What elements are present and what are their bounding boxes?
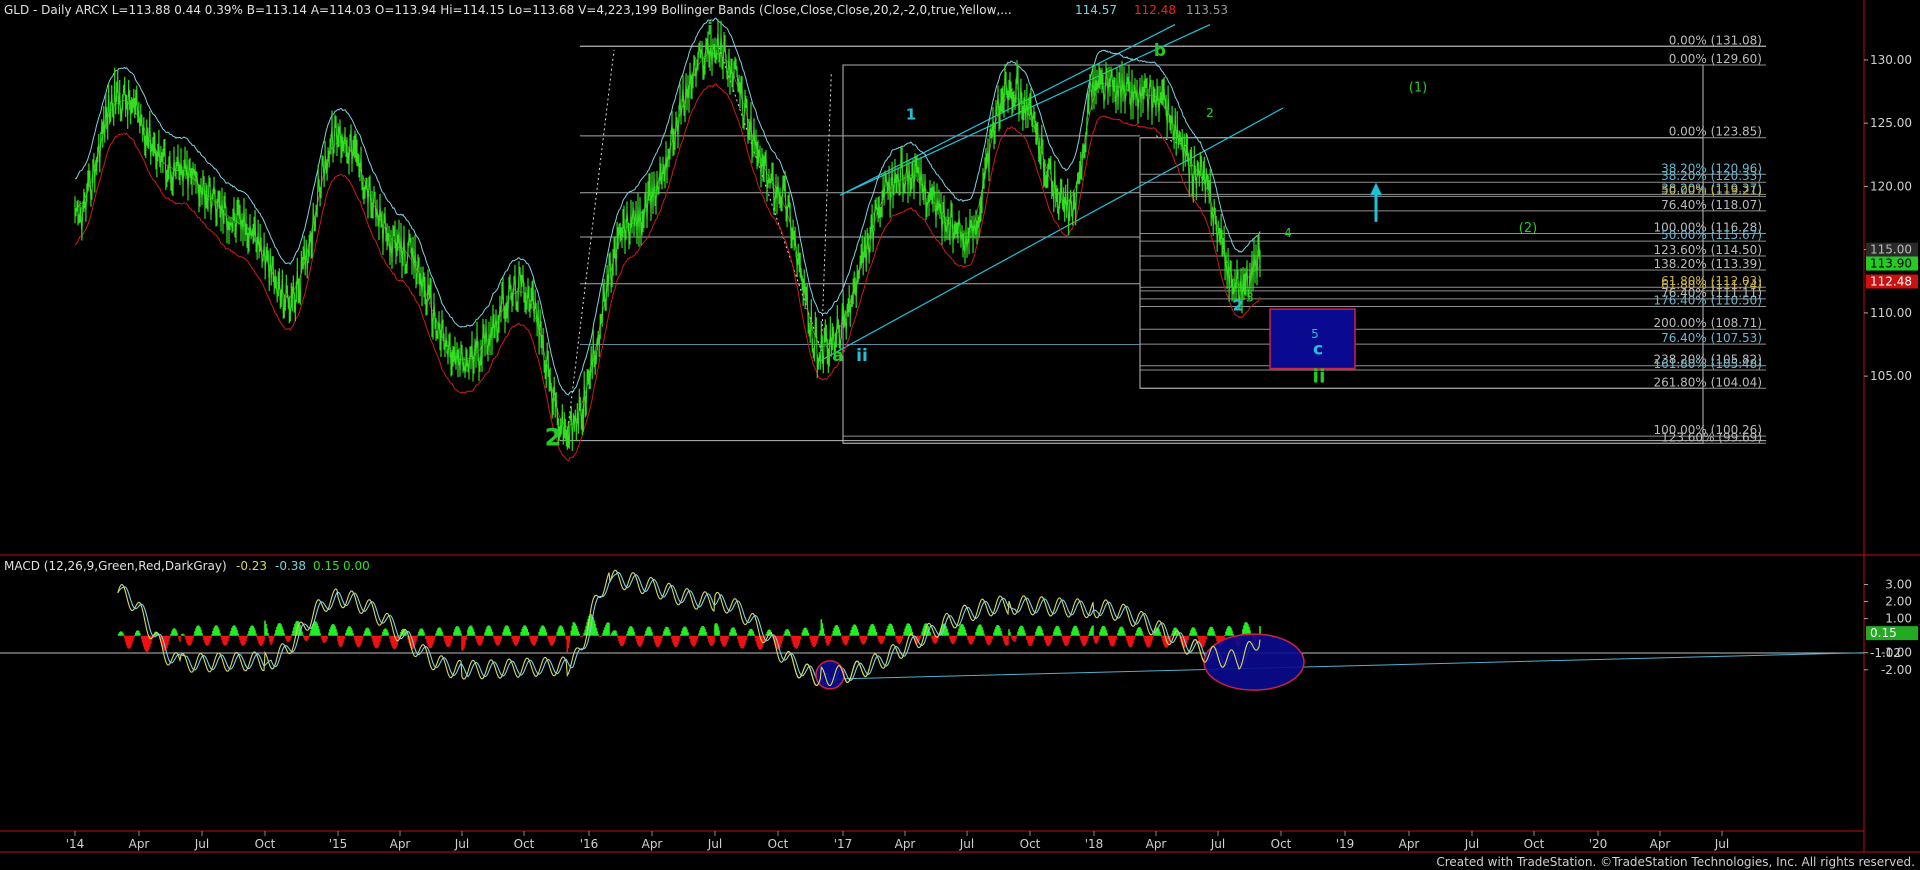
- x-tick-label: Jul: [959, 837, 974, 851]
- bb-upper-header: 114.57: [1075, 3, 1117, 17]
- up-arrow-head: [1370, 182, 1382, 196]
- fib-level-label: 161.80% (105.48): [1653, 357, 1762, 371]
- fib-level-label: 200.00% (108.71): [1653, 316, 1762, 330]
- macd-panel: [0, 569, 1865, 691]
- macd-header: MACD (12,26,9,Green,Red,DarkGray): [4, 559, 227, 573]
- tag-macd-hist: 0.15: [1870, 626, 1897, 640]
- tag-macd-trend: -1.02: [1870, 646, 1901, 660]
- macd-trendline: [829, 652, 1865, 680]
- bb-mid-header: 113.53: [1186, 3, 1228, 17]
- x-tick-label: Jul: [1464, 837, 1479, 851]
- price-tick-label: 105.00: [1870, 369, 1912, 383]
- price-tick-label: 110.00: [1870, 306, 1912, 320]
- x-tick-label: Jul: [707, 837, 722, 851]
- x-tick-label: Apr: [1399, 837, 1420, 851]
- fib-level-label: 123.60% (114.50): [1653, 243, 1762, 257]
- macd-value: -0.23: [236, 559, 267, 573]
- wave-label: 1: [1187, 156, 1194, 169]
- wave-label: 2: [1233, 296, 1243, 314]
- macd-zero-value: 0.00: [343, 559, 370, 573]
- wave-label: 2: [545, 424, 562, 452]
- fib-level-label: 0.00% (131.08): [1669, 33, 1762, 47]
- symbol-header: GLD - Daily ARCX L=113.88 0.44 0.39% B=1…: [4, 3, 1012, 17]
- wave-label: (1): [1409, 81, 1427, 96]
- x-tick-label: '19: [1336, 837, 1355, 851]
- chart-canvas: 0.00% (131.08) 0.00% (129.60) 0.00% (123.8…: [0, 0, 1920, 869]
- x-tick-label: Oct: [768, 837, 789, 851]
- price-tick-label: 120.00: [1870, 179, 1912, 193]
- footer-credit: Created with TradeStation. ©TradeStation…: [1436, 855, 1915, 869]
- fib-level-label: 76.40% (107.53): [1661, 331, 1762, 345]
- wave-label: ii: [1312, 365, 1325, 387]
- x-tick-label: '17: [834, 837, 853, 851]
- macd-tick-label: 3.00: [1885, 578, 1912, 592]
- x-tick-label: '15: [329, 837, 348, 851]
- trend-channel: [566, 23, 1284, 434]
- macd-histogram-positive: [117, 614, 1261, 636]
- wave-label: a: [832, 346, 843, 366]
- price-tick-label: 125.00: [1870, 116, 1912, 130]
- wave-label: 2: [1206, 106, 1214, 120]
- macd-tick-label: -2.00: [1881, 663, 1912, 677]
- wave-label: c: [1313, 340, 1323, 360]
- fib-level-label: 123.60% (99.69): [1661, 430, 1762, 444]
- wave-label: 3: [1246, 291, 1254, 305]
- wave-label: 4: [1284, 226, 1292, 240]
- fib-level-label: 50.00% (115.67): [1661, 228, 1762, 242]
- fib-level-label: 76.40% (118.07): [1661, 198, 1762, 212]
- fib-box-large: [842, 64, 1704, 444]
- macd-line: [117, 569, 1261, 687]
- x-tick-label: '18: [1085, 837, 1104, 851]
- x-tick-label: Jul: [1714, 837, 1729, 851]
- price-series: [74, 17, 1261, 462]
- x-tick-label: Oct: [255, 837, 276, 851]
- macd-signal-line: [117, 571, 1261, 684]
- bb-lower-header: 112.48: [1134, 3, 1176, 17]
- macd-signal-value: -0.38: [275, 559, 306, 573]
- tag-close: 113.90: [1870, 257, 1912, 271]
- wave-label: i: [707, 20, 713, 40]
- macd-ellipse-large: [1203, 633, 1305, 691]
- x-tick-label: Apr: [1650, 837, 1671, 851]
- x-tick-label: Apr: [129, 837, 150, 851]
- chart-frame: [0, 0, 1920, 853]
- x-tick-label: Oct: [1020, 837, 1041, 851]
- fib-level-label: 176.40% (110.50): [1653, 294, 1762, 308]
- bollinger-upper: [74, 17, 1261, 396]
- x-tick-label: Jul: [454, 837, 469, 851]
- macd-hist-value: 0.15: [313, 559, 340, 573]
- fib-level-label: 261.80% (104.04): [1653, 375, 1762, 389]
- x-tick-label: Oct: [1271, 837, 1292, 851]
- x-tick-label: Apr: [642, 837, 663, 851]
- macd-tick-label: 2.00: [1885, 595, 1912, 609]
- x-tick-label: '16: [580, 837, 599, 851]
- x-tick-label: Apr: [1146, 837, 1167, 851]
- wave-label: b: [1154, 41, 1166, 61]
- wave-label: 1: [906, 105, 916, 123]
- bollinger-lower: [75, 83, 1261, 462]
- x-tick-label: '20: [1589, 837, 1608, 851]
- price-tick-label: 130.00: [1870, 53, 1912, 67]
- fib-level-label: 0.00% (123.85): [1669, 125, 1762, 139]
- fib-level-label: 0.00% (129.60): [1669, 52, 1762, 66]
- x-tick-label: Oct: [1524, 837, 1545, 851]
- x-tick-label: Oct: [514, 837, 535, 851]
- macd-tick-label: 1.00: [1885, 612, 1912, 626]
- fib-level-label: 50.00% (119.21): [1661, 183, 1762, 197]
- x-tick-label: '14: [66, 837, 85, 851]
- wave-label: (2): [1519, 221, 1537, 236]
- x-tick-label: Apr: [390, 837, 411, 851]
- tag-115: 115.00: [1870, 243, 1912, 257]
- fib-level-label: 138.20% (113.39): [1653, 257, 1762, 271]
- wave-label: ii: [856, 346, 868, 366]
- x-tick-label: Jul: [194, 837, 209, 851]
- tag-lower-band: 112.48: [1870, 275, 1912, 289]
- x-tick-label: Jul: [1210, 837, 1225, 851]
- x-tick-label: Apr: [895, 837, 916, 851]
